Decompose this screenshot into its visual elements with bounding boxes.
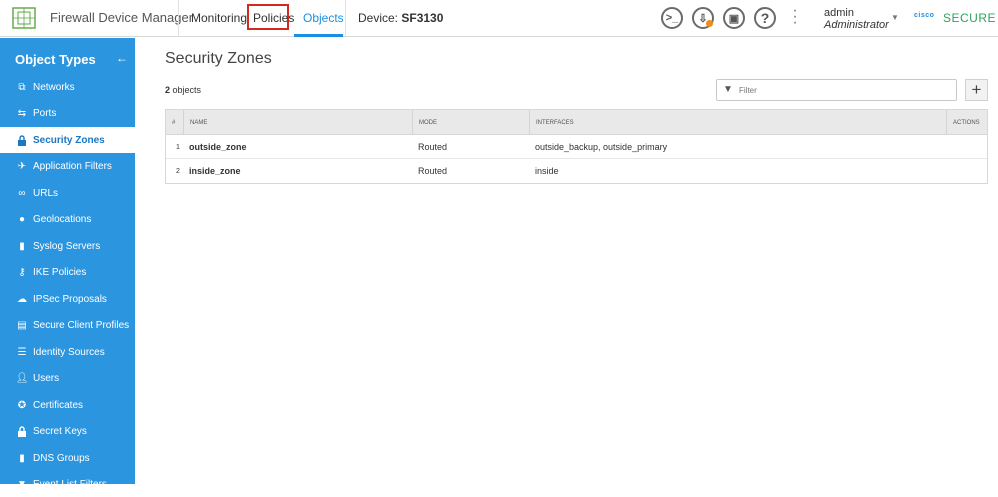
- sidebar-item-label: Ports: [33, 107, 57, 119]
- map-pin-icon: ●: [18, 213, 26, 225]
- row-number: 1: [176, 143, 180, 151]
- sidebar-item-users[interactable]: 👤︎ Users: [0, 365, 135, 391]
- cloud-lock-icon: ☁: [17, 293, 27, 305]
- object-types-sidebar: Object Types ← ⧉ Networks ⇆ Ports Securi…: [0, 38, 135, 490]
- column-header-mode[interactable]: MODE: [412, 110, 529, 135]
- sidebar-item-urls[interactable]: ∞ URLs: [0, 180, 135, 206]
- sidebar-item-label: DNS Groups: [33, 452, 90, 464]
- row-number: 2: [176, 167, 180, 175]
- chevron-down-icon[interactable]: ▼: [891, 13, 899, 22]
- sidebar-item-label: Event List Filters: [33, 478, 107, 490]
- sidebar-item-ports[interactable]: ⇆ Ports: [0, 100, 135, 126]
- sidebar-item-label: Identity Sources: [33, 346, 105, 358]
- filter-box[interactable]: ▼: [716, 79, 957, 101]
- sidebar-item-label: Certificates: [33, 399, 84, 411]
- filter-icon: ▼: [17, 478, 27, 490]
- sidebar-item-label: Application Filters: [33, 160, 112, 172]
- ports-icon: ⇆: [17, 107, 27, 119]
- help-icon[interactable]: ?: [754, 7, 776, 29]
- sidebar-title: Object Types: [15, 52, 96, 67]
- sidebar-item-geolocations[interactable]: ● Geolocations: [0, 206, 135, 232]
- sidebar-item-ipsec-proposals[interactable]: ☁ IPSec Proposals: [0, 286, 135, 312]
- filter-funnel-icon: ▼: [723, 84, 733, 95]
- document-icon: ▤: [17, 319, 27, 331]
- device-label: Device:: [358, 11, 399, 25]
- app-filter-icon: ✈: [17, 160, 27, 172]
- app-title: Firewall Device Manager: [50, 10, 194, 25]
- sidebar-item-label: IPSec Proposals: [33, 293, 107, 305]
- column-header-number: #: [172, 119, 176, 126]
- sidebar-item-label: Secure Client Profiles: [33, 319, 130, 331]
- sidebar-item-label: Secret Keys: [33, 425, 87, 437]
- sidebar-item-secure-client-profiles[interactable]: ▤ Secure Client Profiles: [0, 312, 135, 338]
- sidebar-item-label: IKE Policies: [33, 266, 87, 278]
- column-header-interfaces[interactable]: INTERFACES: [529, 110, 946, 135]
- lock-icon: [16, 134, 28, 146]
- sidebar-item-label: Geolocations: [33, 213, 92, 225]
- networks-icon: ⧉: [18, 81, 26, 93]
- link-icon: ∞: [18, 187, 26, 199]
- add-zone-button[interactable]: +: [965, 79, 988, 101]
- nav-divider: [178, 0, 179, 37]
- dns-icon: ▮: [19, 452, 25, 464]
- certificate-icon: ✪: [17, 399, 27, 411]
- nav-monitoring[interactable]: Monitoring: [191, 11, 247, 25]
- sidebar-item-label: URLs: [33, 187, 59, 199]
- sidebar-item-label: Users: [33, 372, 60, 384]
- cisco-logo: cisco: [914, 12, 935, 19]
- sidebar-item-application-filters[interactable]: ✈ Application Filters: [0, 153, 135, 179]
- column-header-actions: ACTIONS: [946, 110, 989, 135]
- server-icon: ▮: [19, 240, 25, 252]
- sidebar-item-ike-policies[interactable]: ⚷ IKE Policies: [0, 259, 135, 285]
- more-options-icon[interactable]: · · ·: [792, 3, 798, 31]
- page-title: Security Zones: [165, 50, 272, 67]
- object-count-number: 2: [165, 85, 171, 95]
- device-name: SF3130: [401, 11, 444, 25]
- lock-icon: [16, 425, 28, 437]
- user-role: Administrator: [824, 19, 889, 31]
- sidebar-item-security-zones[interactable]: Security Zones: [0, 127, 135, 153]
- zone-mode: Routed: [418, 142, 448, 152]
- column-header-name[interactable]: NAME: [183, 110, 412, 135]
- top-bar: Firewall Device Manager Monitoring Polic…: [0, 0, 998, 37]
- security-zones-table: # NAME MODE INTERFACES ACTIONS 1 outside…: [165, 109, 988, 184]
- zone-mode: Routed: [418, 166, 448, 176]
- object-count: 2 objects: [165, 85, 201, 95]
- sidebar-item-label: Security Zones: [33, 134, 105, 146]
- sidebar-item-label: Networks: [33, 81, 75, 93]
- nav-policies[interactable]: Policies: [253, 11, 294, 25]
- sidebar-item-certificates[interactable]: ✪ Certificates: [0, 392, 135, 418]
- sidebar-item-identity-sources[interactable]: ☰ Identity Sources: [0, 339, 135, 365]
- secure-brand-text: SECURE: [943, 11, 997, 25]
- filter-input[interactable]: [739, 83, 939, 97]
- sidebar-item-secret-keys[interactable]: Secret Keys: [0, 418, 135, 444]
- zone-interfaces: outside_backup, outside_primary: [535, 142, 668, 152]
- zone-interfaces: inside: [535, 166, 559, 176]
- device-info: Device: SF3130: [358, 11, 443, 25]
- sidebar-item-syslog-servers[interactable]: ▮ Syslog Servers: [0, 233, 135, 259]
- zone-name[interactable]: outside_zone: [189, 135, 247, 159]
- collapse-arrow-icon[interactable]: ←: [116, 51, 128, 65]
- sidebar-item-networks[interactable]: ⧉ Networks: [0, 74, 135, 100]
- active-tab-indicator: [294, 34, 343, 37]
- identity-icon: ☰: [17, 346, 27, 358]
- sidebar-item-event-list-filters[interactable]: ▼ Event List Filters: [0, 471, 135, 497]
- cli-console-icon[interactable]: >_: [661, 7, 683, 29]
- user-icon: 👤︎: [15, 372, 29, 384]
- user-name[interactable]: admin: [824, 7, 854, 19]
- nav-divider: [345, 0, 346, 37]
- pending-changes-dot: [706, 20, 713, 27]
- sidebar-item-label: Syslog Servers: [33, 240, 101, 252]
- key-icon: ⚷: [18, 266, 26, 278]
- nav-objects[interactable]: Objects: [303, 11, 344, 25]
- task-list-icon[interactable]: ▣: [723, 7, 745, 29]
- fdm-logo-icon: [12, 7, 36, 29]
- sidebar-item-dns-groups[interactable]: ▮ DNS Groups: [0, 445, 135, 471]
- table-row[interactable]: 1 outside_zone Routed outside_backup, ou…: [166, 135, 987, 159]
- object-count-label: objects: [172, 85, 202, 95]
- table-header: # NAME MODE INTERFACES ACTIONS: [166, 110, 987, 135]
- table-row[interactable]: 2 inside_zone Routed inside: [166, 159, 987, 183]
- zone-name[interactable]: inside_zone: [189, 159, 241, 183]
